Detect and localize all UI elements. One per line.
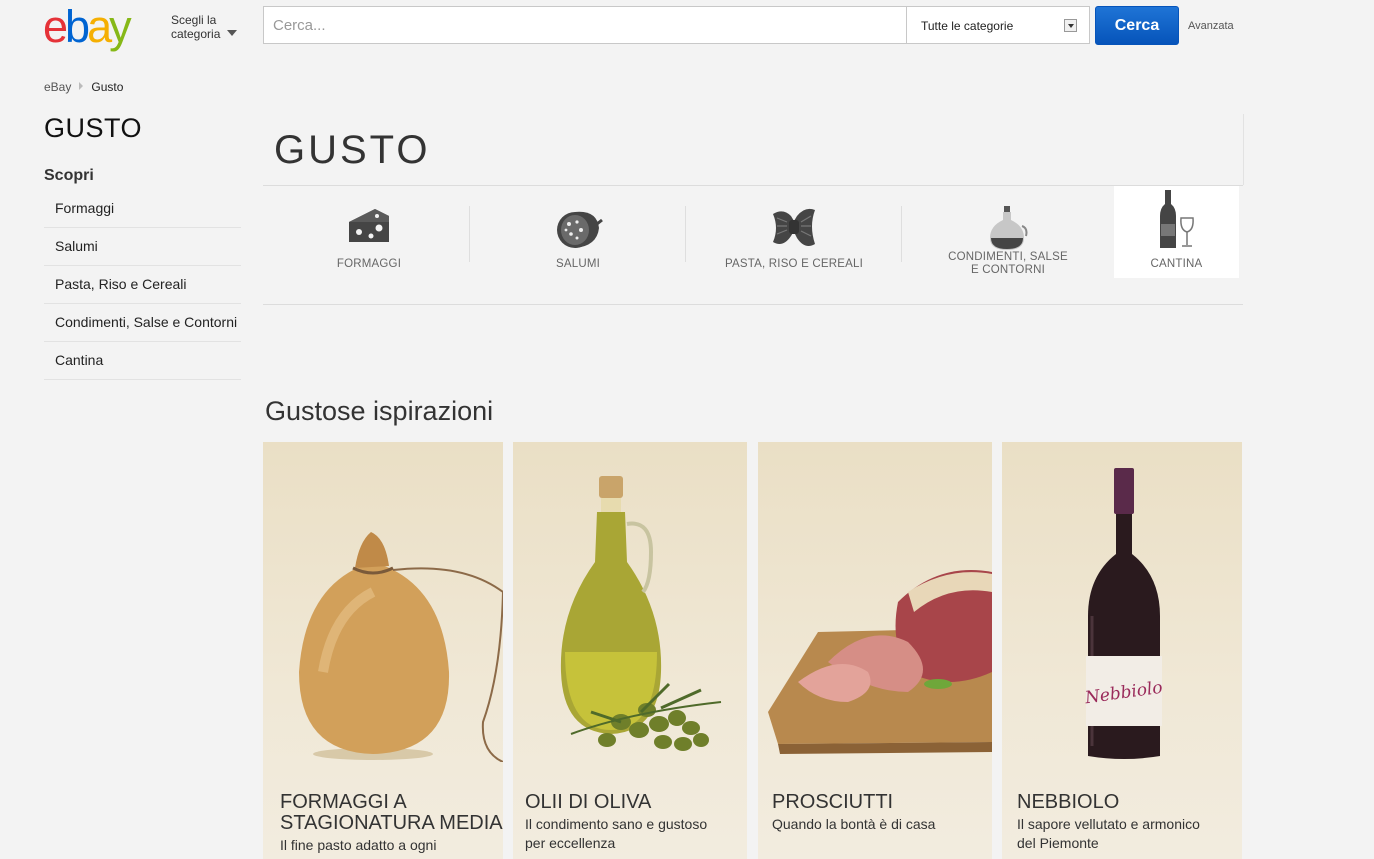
- category-label-line1: CONDIMENTI, SALSE: [948, 251, 1068, 263]
- search-input[interactable]: [264, 7, 906, 43]
- category-formaggi[interactable]: FORMAGGI: [263, 186, 475, 304]
- salami-icon: [557, 211, 603, 248]
- card-description: Il condimento sano e gustoso per eccelle…: [525, 815, 707, 853]
- category-label: SALUMI: [555, 258, 601, 270]
- logo-letter-a: a: [87, 1, 112, 52]
- card-title-line1: OLII DI OLIVA: [525, 791, 652, 813]
- pasta-icon: [773, 208, 815, 246]
- sidebar-subtitle: Scopri: [44, 167, 94, 184]
- dropdown-arrow-icon: [1064, 19, 1077, 32]
- card-title: OLII DI OLIVA: [525, 792, 651, 813]
- olive-oil-cruet-image: [560, 476, 722, 751]
- category-strip: FORMAGGI SALUMI PASTA, RISO E CEREALI CO…: [263, 185, 1243, 305]
- card-title-line1: PROSCIUTTI: [772, 791, 894, 813]
- breadcrumb-separator-icon: [79, 82, 84, 90]
- caret-down-icon: [227, 30, 237, 36]
- category-pasta[interactable]: PASTA, RISO E CEREALI: [686, 186, 902, 304]
- sidebar-list: Formaggi Salumi Pasta, Riso e Cereali Co…: [44, 190, 241, 380]
- category-label: PASTA, RISO E CEREALI: [725, 258, 863, 270]
- category-label: FORMAGGI: [336, 258, 402, 270]
- sidebar-item-salumi[interactable]: Salumi: [44, 228, 241, 266]
- category-select[interactable]: Tutte le categorie: [907, 6, 1090, 44]
- wine-bottle-glass-icon: [1159, 190, 1194, 248]
- search-box: [263, 6, 907, 44]
- card-description-line1: Quando la bontà è di casa: [772, 816, 936, 832]
- card-title-line1: FORMAGGI A: [280, 791, 407, 813]
- category-label-line2: E CONTORNI: [971, 264, 1045, 276]
- page-title: GUSTO: [274, 128, 431, 172]
- oil-cruet-icon: [990, 206, 1028, 250]
- sidebar-item-condimenti[interactable]: Condimenti, Salse e Contorni: [44, 304, 241, 342]
- category-condimenti[interactable]: CONDIMENTI, SALSE E CONTORNI: [902, 186, 1114, 304]
- card-title: FORMAGGI A STAGIONATURA MEDIA: [280, 792, 503, 834]
- card-description-line1: Il fine pasto adatto a ogni: [280, 837, 437, 853]
- category-picker-button[interactable]: Scegli la categoria: [171, 13, 237, 41]
- category-label: CONDIMENTI, SALSE E CONTORNI: [902, 251, 1114, 277]
- card-olio[interactable]: OLII DI OLIVA Il condimento sano e gusto…: [513, 442, 747, 859]
- sidebar-item-pasta[interactable]: Pasta, Riso e Cereali: [44, 266, 241, 304]
- category-salumi[interactable]: SALUMI: [470, 186, 686, 304]
- card-description-line1: Il sapore vellutato e armonico: [1017, 816, 1200, 832]
- title-divider: [1243, 114, 1244, 185]
- category-select-value: Tutte le categorie: [921, 19, 1014, 33]
- search-button[interactable]: Cerca: [1095, 6, 1179, 45]
- card-title: NEBBIOLO: [1017, 792, 1119, 813]
- card-description: Il sapore vellutato e armonico del Piemo…: [1017, 815, 1200, 853]
- breadcrumb: eBay Gusto: [44, 80, 123, 94]
- category-cantina[interactable]: CANTINA: [1114, 186, 1239, 278]
- sidebar-title: GUSTO: [44, 113, 143, 143]
- card-title-line1: NEBBIOLO: [1017, 791, 1120, 813]
- card-description-line1: Il condimento sano e gustoso: [525, 816, 708, 832]
- card-title-line2: STAGIONATURA MEDIA: [280, 812, 503, 834]
- category-picker-line1: Scegli la: [171, 13, 217, 27]
- card-nebbiolo[interactable]: Nebbiolo NEBBIOLO Il sapore vellutato e …: [1002, 442, 1242, 859]
- ebay-logo[interactable]: ebay: [43, 3, 163, 51]
- card-description-line2: per eccellenza: [525, 835, 616, 851]
- category-picker-line2: categoria: [171, 27, 221, 41]
- breadcrumb-current: Gusto: [91, 80, 124, 94]
- card-description: Il fine pasto adatto a ogni: [280, 836, 436, 855]
- logo-letter-e: e: [43, 1, 68, 52]
- nebbiolo-wine-bottle-image: Nebbiolo: [1083, 468, 1164, 759]
- breadcrumb-ebay-link[interactable]: eBay: [44, 80, 71, 94]
- cheese-icon: [349, 209, 389, 242]
- advanced-search-link[interactable]: Avanzata: [1188, 20, 1234, 32]
- sidebar-item-cantina[interactable]: Cantina: [44, 342, 241, 380]
- sidebar-item-formaggi[interactable]: Formaggi: [44, 190, 241, 228]
- section-title: Gustose ispirazioni: [265, 396, 494, 426]
- logo-letter-b: b: [65, 1, 90, 52]
- card-description: Quando la bontà è di casa: [772, 815, 935, 834]
- card-title: PROSCIUTTI: [772, 792, 893, 813]
- card-description-line2: del Piemonte: [1017, 835, 1099, 851]
- logo-letter-y: y: [109, 1, 131, 52]
- card-prosciutti[interactable]: PROSCIUTTI Quando la bontà è di casa: [758, 442, 992, 859]
- prosciutto-board-image: [768, 570, 992, 754]
- caciocavallo-cheese-image: [299, 532, 503, 762]
- category-label: CANTINA: [1150, 258, 1203, 270]
- card-formaggi[interactable]: FORMAGGI A STAGIONATURA MEDIA Il fine pa…: [263, 442, 503, 859]
